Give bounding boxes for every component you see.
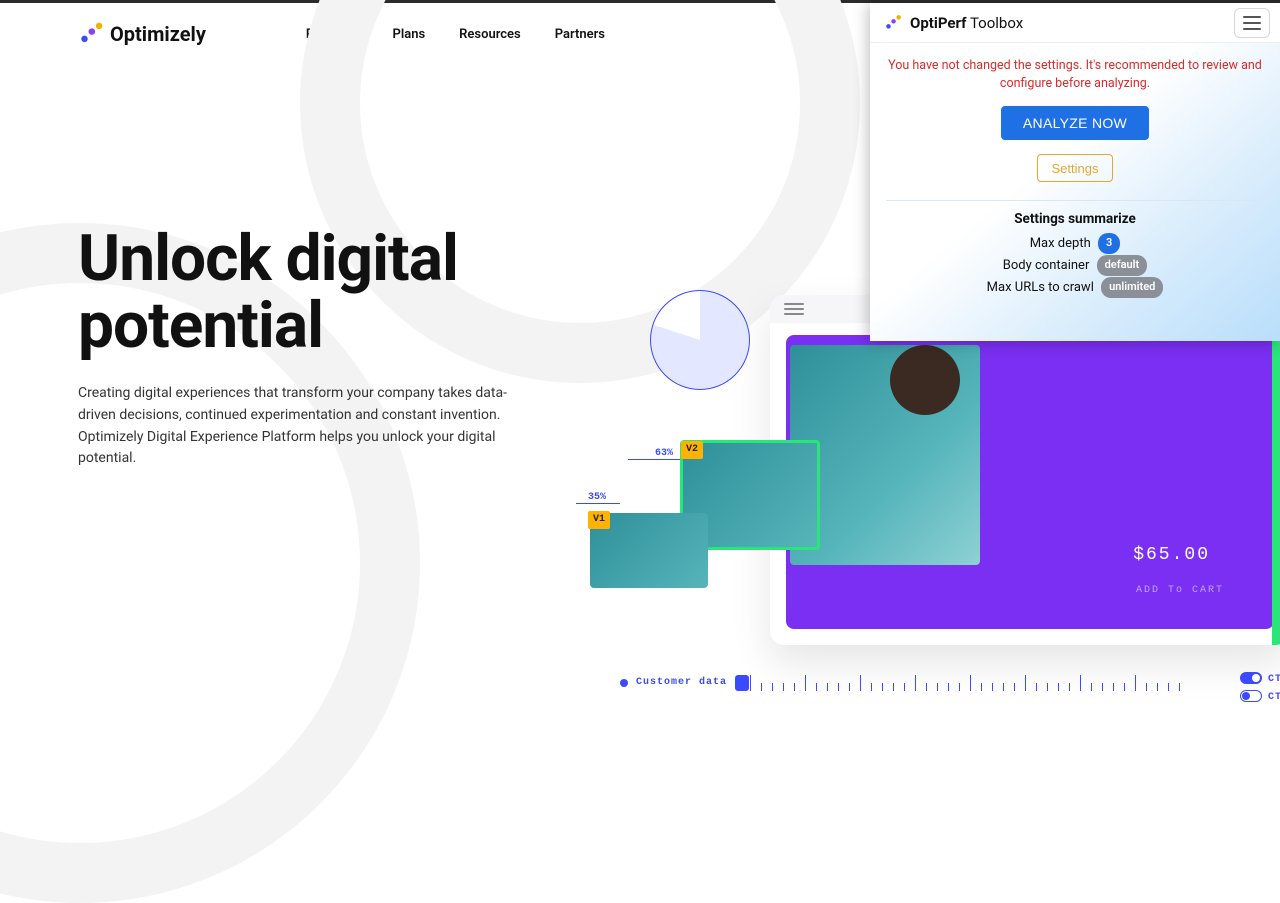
leader-63 (628, 459, 680, 460)
body-label: Body container (1003, 258, 1090, 273)
panel-header: OptiPerf Toolbox (870, 3, 1280, 43)
panel-body: You have not changed the settings. It's … (870, 43, 1280, 309)
extension-panel: OptiPerf Toolbox You have not changed th… (870, 3, 1280, 341)
site-logo-text: Optimizely (110, 22, 206, 46)
v2-badge: V2 (681, 441, 703, 459)
analyze-button[interactable]: ANALYZE NOW (1001, 106, 1149, 140)
panel-divider (886, 200, 1264, 201)
toggle-off-icon (1240, 690, 1262, 702)
optimizely-logo-icon (78, 21, 104, 47)
customer-data-label: Customer data (620, 675, 749, 691)
cta1-label: CTA #1 (1268, 674, 1280, 685)
pct-63: 63% (655, 449, 673, 459)
mock-price: $65.00 (1133, 545, 1210, 565)
leader-35 (576, 503, 620, 504)
panel-brand-light: Toolbox (970, 14, 1023, 32)
panel-warning: You have not changed the settings. It's … (882, 57, 1268, 92)
urls-label: Max URLs to crawl (987, 280, 1094, 295)
summary-urls: Max URLs to crawl unlimited (882, 277, 1268, 299)
panel-brand: OptiPerf Toolbox (884, 14, 1023, 32)
panel-brand-bold: OptiPerf (910, 14, 967, 32)
cta-legend: CTA #1 CTA #2 (1240, 671, 1280, 707)
urls-pill: unlimited (1101, 277, 1163, 298)
site-logo[interactable]: Optimizely (78, 21, 206, 47)
cta2-label: CTA #2 (1268, 692, 1280, 703)
hero-photo-variant-1: V1 (590, 513, 708, 588)
depth-label: Max depth (1030, 236, 1091, 251)
database-icon (735, 675, 749, 691)
toggle-on-icon (1240, 672, 1262, 684)
dot-icon (620, 679, 628, 687)
summary-body-container: Body container default (882, 255, 1268, 277)
pie-chart-icon (650, 290, 750, 390)
mock-green-accent (1272, 327, 1280, 645)
v1-badge: V1 (588, 511, 610, 529)
pct-35: 35% (588, 493, 606, 503)
mock-add-to-cart: ADD To CART (1136, 585, 1224, 596)
tick-marks (750, 671, 1250, 691)
depth-pill: 3 (1098, 233, 1120, 254)
summary-title: Settings summarize (882, 211, 1268, 227)
settings-button[interactable]: Settings (1037, 154, 1114, 182)
customer-data-text: Customer data (636, 678, 727, 688)
hero-title: Unlock digital potential (78, 225, 578, 359)
summary-depth: Max depth 3 (882, 233, 1268, 255)
panel-menu-button[interactable] (1234, 8, 1270, 38)
hero-body: Creating digital experiences that transf… (78, 383, 508, 470)
body-pill: default (1097, 255, 1148, 276)
optiperf-logo-icon (884, 14, 902, 32)
hero-text: Unlock digital potential Creating digita… (78, 225, 578, 470)
